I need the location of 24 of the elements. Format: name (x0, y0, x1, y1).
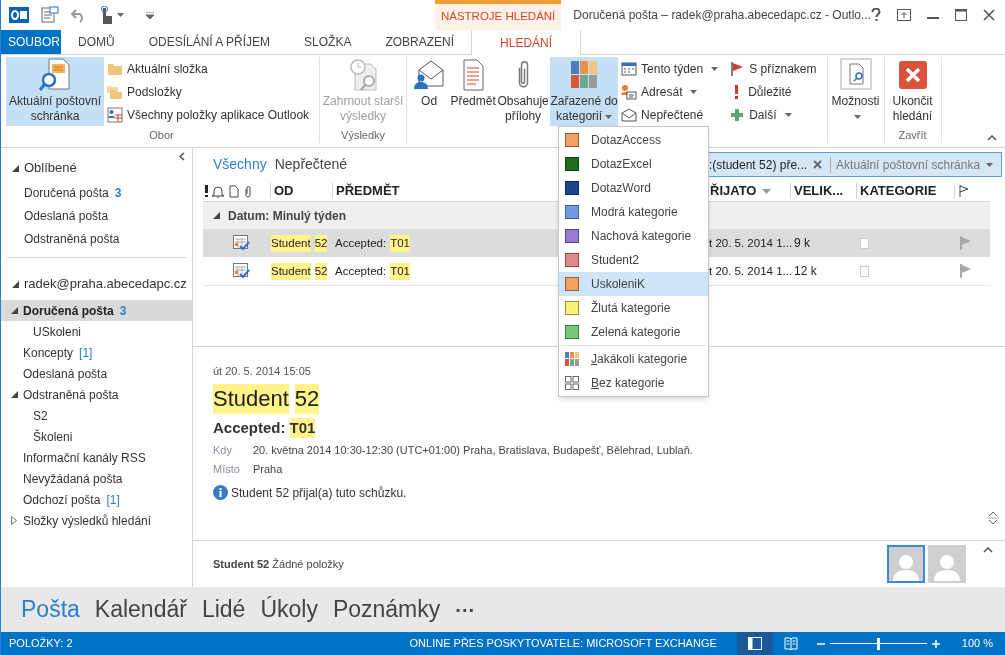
zoom-level: 100 % (961, 636, 993, 652)
detail-label: Místo (213, 462, 241, 477)
people-pane-status: Student 52 Žádné položky (213, 556, 344, 572)
connection-status: ONLINE PŘES POSKYTOVATELE: MICROSOFT EXCHANGE (409, 636, 717, 652)
contextual-tab-label: NÁSTROJE HLEDÁNÍ (434, 0, 562, 30)
window-title: Doručená pošta – radek@praha.abecedapc.cz - Outlo... (573, 7, 871, 24)
message-size: 9 k (794, 236, 810, 250)
message-date: út 20. 5. 2014 15:05 (213, 364, 312, 379)
detail-value: 20. května 2014 10:30-12:30 (UTC+01:00) Praha, Bratislava, Budapešť, Bělehrad, Lublaň. (253, 442, 693, 458)
info-message: Student 52 přijal(a) tuto schůzku. (231, 484, 407, 502)
message-size: 12 k (794, 264, 817, 278)
received-date: t 20. 5. 2014 1... (709, 264, 793, 277)
group-label: Výsledky (341, 128, 386, 143)
item-count: POLOŽKY: 2 (9, 636, 73, 652)
detail-value: Praha (253, 462, 283, 477)
sender-name: Student 52 (271, 262, 328, 281)
sender-name: Student 52 (271, 234, 328, 253)
group-label: Obor (149, 128, 174, 143)
detail-label: Kdy (213, 442, 233, 458)
message-subject: Accepted: T01 (335, 262, 410, 281)
group-label: Zavřít (898, 128, 927, 143)
message-sender: Student 52 (213, 383, 320, 414)
received-date: t 20. 5. 2014 1... (709, 236, 793, 249)
message-subject: Accepted: T01 (335, 234, 410, 253)
